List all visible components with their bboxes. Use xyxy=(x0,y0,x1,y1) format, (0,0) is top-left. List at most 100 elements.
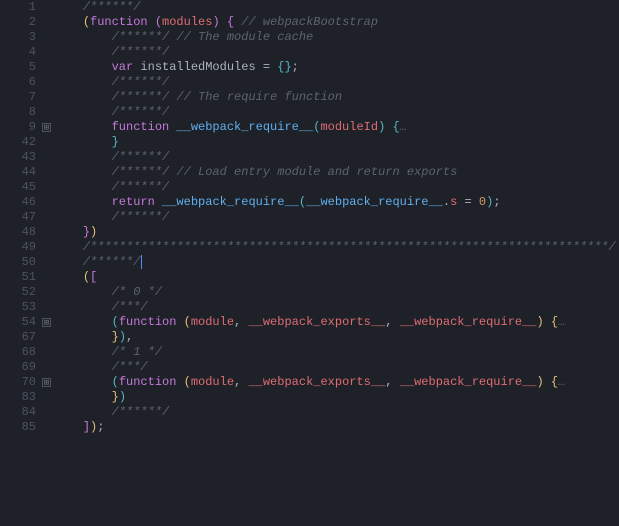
fold-marker xyxy=(40,240,54,255)
line-number: 53 xyxy=(0,300,36,315)
line-number-gutter: 1234567894243444546474849505152535467686… xyxy=(0,0,40,526)
token: [ xyxy=(90,270,97,284)
token: // Load entry module and return exports xyxy=(176,165,457,179)
token: = xyxy=(256,60,278,74)
line-number: 54 xyxy=(0,315,36,330)
code-line[interactable]: } xyxy=(54,135,619,150)
code-line[interactable]: var installedModules = {}; xyxy=(54,60,619,75)
line-number: 4 xyxy=(0,45,36,60)
fold-marker xyxy=(40,195,54,210)
token xyxy=(54,420,83,434)
token xyxy=(54,195,112,209)
code-line[interactable]: /******/ // The require function xyxy=(54,90,619,105)
token xyxy=(54,135,112,149)
token: ; xyxy=(97,420,104,434)
code-line[interactable]: /* 0 */ xyxy=(54,285,619,300)
code-line[interactable]: /******/ xyxy=(54,255,619,270)
token xyxy=(54,120,112,134)
code-line[interactable]: /******/ xyxy=(54,0,619,15)
code-line[interactable]: /******/ xyxy=(54,105,619,120)
code-line[interactable]: }) xyxy=(54,225,619,240)
token: /***/ xyxy=(112,300,148,314)
line-number: 51 xyxy=(0,270,36,285)
token xyxy=(544,315,551,329)
code-line[interactable]: /******/ xyxy=(54,150,619,165)
code-line[interactable]: /******/ xyxy=(54,180,619,195)
token xyxy=(54,255,83,269)
code-line[interactable]: return __webpack_require__(__webpack_req… xyxy=(54,195,619,210)
token: /* 1 */ xyxy=(112,345,162,359)
line-number: 85 xyxy=(0,420,36,435)
line-number: 9 xyxy=(0,120,36,135)
code-line[interactable]: /******/ xyxy=(54,210,619,225)
token: /***************************************… xyxy=(83,240,616,254)
code-line[interactable]: /* 1 */ xyxy=(54,345,619,360)
code-area[interactable]: /******/ (function (modules) { // webpac… xyxy=(54,0,619,526)
token xyxy=(54,210,112,224)
token xyxy=(54,165,112,179)
code-line[interactable]: (function (modules) { // webpackBootstra… xyxy=(54,15,619,30)
code-line[interactable]: function __webpack_require__(moduleId) {… xyxy=(54,120,619,135)
code-line[interactable]: /******/ xyxy=(54,75,619,90)
line-number: 5 xyxy=(0,60,36,75)
fold-marker xyxy=(40,30,54,45)
code-line[interactable]: /***/ xyxy=(54,300,619,315)
token xyxy=(54,270,83,284)
fold-marker[interactable]: ⊞ xyxy=(40,315,54,330)
token: /******/ xyxy=(112,105,170,119)
token: , xyxy=(234,375,248,389)
line-number: 45 xyxy=(0,180,36,195)
fold-marker xyxy=(40,225,54,240)
fold-marker[interactable]: ⊞ xyxy=(40,375,54,390)
token xyxy=(54,240,83,254)
fold-gutter: ⊞ ⊞ ⊞ xyxy=(40,0,54,526)
token: installedModules xyxy=(140,60,255,74)
fold-expand-icon[interactable]: ⊞ xyxy=(42,378,51,387)
token: /* 0 */ xyxy=(112,285,162,299)
token: } xyxy=(83,225,90,239)
token: function xyxy=(119,375,184,389)
token xyxy=(54,405,112,419)
code-line[interactable]: /***************************************… xyxy=(54,240,619,255)
code-editor[interactable]: 1234567894243444546474849505152535467686… xyxy=(0,0,619,526)
line-number: 44 xyxy=(0,165,36,180)
token: // webpackBootstrap xyxy=(241,15,378,29)
token: __webpack_require__ xyxy=(306,195,443,209)
fold-marker xyxy=(40,15,54,30)
fold-marker[interactable]: ⊞ xyxy=(40,120,54,135)
fold-expand-icon[interactable]: ⊞ xyxy=(42,318,51,327)
token xyxy=(54,225,83,239)
code-line[interactable]: }) xyxy=(54,390,619,405)
token xyxy=(54,75,112,89)
fold-marker xyxy=(40,210,54,225)
token: , xyxy=(385,375,399,389)
fold-expand-icon[interactable]: ⊞ xyxy=(42,123,51,132)
code-line[interactable]: ]); xyxy=(54,420,619,435)
token xyxy=(544,375,551,389)
line-number: 42 xyxy=(0,135,36,150)
token: } xyxy=(112,330,119,344)
token xyxy=(54,180,112,194)
token xyxy=(54,90,112,104)
fold-marker xyxy=(40,300,54,315)
token xyxy=(54,60,112,74)
code-line[interactable]: /******/ xyxy=(54,405,619,420)
line-number: 48 xyxy=(0,225,36,240)
line-number: 43 xyxy=(0,150,36,165)
token: ) xyxy=(119,390,126,404)
fold-marker xyxy=(40,165,54,180)
code-line[interactable]: (function (module, __webpack_exports__, … xyxy=(54,315,619,330)
code-line[interactable]: }), xyxy=(54,330,619,345)
code-line[interactable]: /***/ xyxy=(54,360,619,375)
code-line[interactable]: /******/ // Load entry module and return… xyxy=(54,165,619,180)
token: __webpack_exports__ xyxy=(248,315,385,329)
code-line[interactable]: ([ xyxy=(54,270,619,285)
line-number: 83 xyxy=(0,390,36,405)
token: { xyxy=(227,15,234,29)
line-number: 52 xyxy=(0,285,36,300)
code-line[interactable]: /******/ xyxy=(54,45,619,60)
code-line[interactable]: /******/ // The module cache xyxy=(54,30,619,45)
token xyxy=(54,105,112,119)
token: /******/ xyxy=(112,180,170,194)
code-line[interactable]: (function (module, __webpack_exports__, … xyxy=(54,375,619,390)
